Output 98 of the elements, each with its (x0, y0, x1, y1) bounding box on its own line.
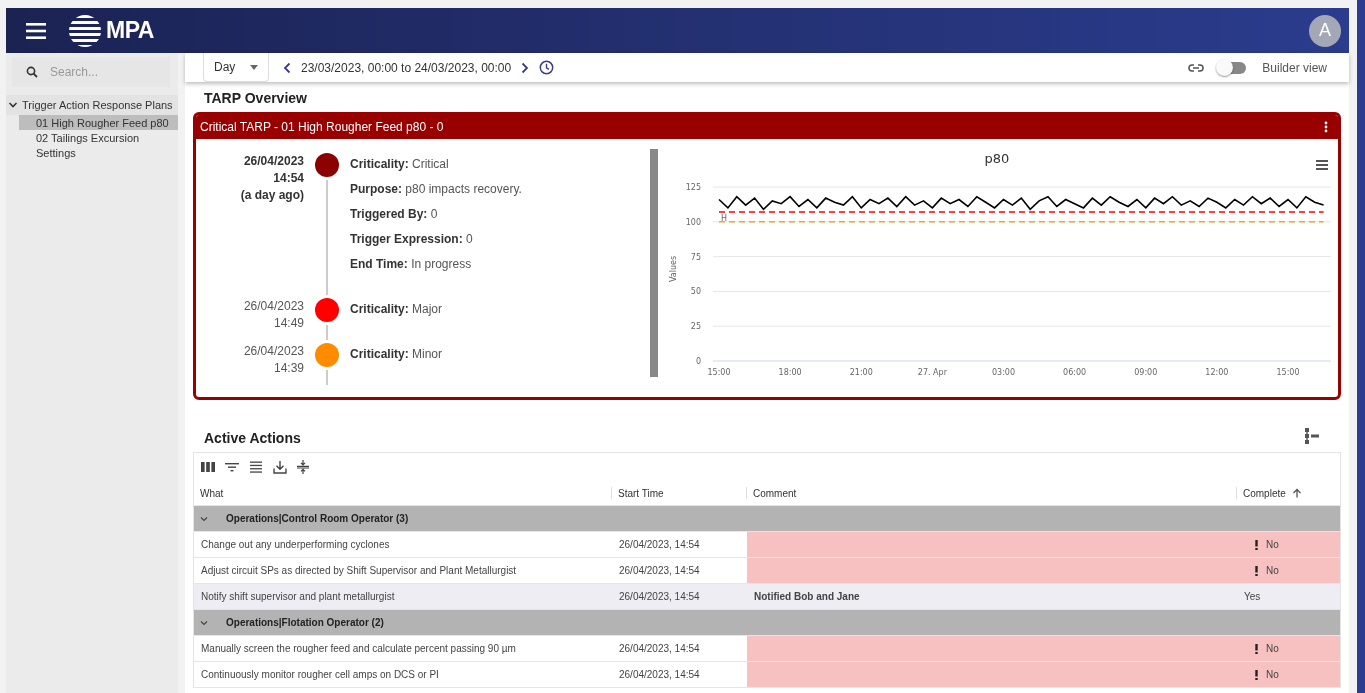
group-row[interactable]: Operations|Control Room Operator (3) (194, 506, 1340, 532)
event-detail: Trigger Expression: 0 (350, 232, 474, 246)
event-date: 26/04/2023 (242, 298, 304, 315)
x-tick-label: 15:00 (1276, 368, 1300, 377)
y-tick-label: 125 (685, 183, 701, 192)
threshold-label: H (721, 214, 727, 224)
event-time: 14:39 (272, 360, 304, 377)
event-date: 26/04/2023 (242, 343, 304, 360)
search-icon (26, 66, 38, 78)
table-cell: No (1237, 532, 1340, 557)
column-header[interactable]: Start Time (611, 487, 746, 499)
exclamation-icon (1255, 565, 1258, 576)
event-detail: Criticality: Critical (350, 157, 450, 171)
y-tick-label: 75 (690, 252, 701, 262)
tree-item[interactable]: Settings (19, 145, 178, 160)
table-cell-text: Manually screen the rougher feed and calculate percent passing 90 µm (200, 642, 517, 656)
previous-icon[interactable] (283, 61, 291, 74)
table-cell-text: Continuously monitor rougher cell amps on DCS or PI (200, 668, 440, 682)
sort-arrow-icon (1291, 488, 1302, 498)
tree-structure-icon[interactable] (1305, 428, 1319, 444)
x-tick-label: 03:00 (991, 368, 1016, 377)
table-row[interactable]: Manually screen the rougher feed and calculate percent passing 90 µm 26/04/2023, 14:54 No (194, 636, 1340, 662)
y-tick-label: 0 (695, 357, 701, 366)
striped-globe-icon (68, 13, 102, 48)
comment-cell-text: Notified Bob and Jane (753, 590, 861, 604)
table-cell: No (1237, 662, 1340, 687)
column-header[interactable]: What (194, 487, 611, 499)
columns-icon[interactable] (201, 461, 215, 473)
column-header[interactable]: Comment (746, 487, 1236, 499)
x-tick-label: 06:00 (1063, 368, 1087, 377)
table-cell: No (1237, 558, 1340, 583)
table-row[interactable]: Change out any underperforming cyclones 26/04/2023, 14:54 No (194, 532, 1340, 558)
table-cell-text: Notify shift supervisor and plant metallurgist (200, 590, 396, 604)
download-icon[interactable] (273, 460, 287, 474)
date-range: 23/03/2023, 00:00 to 24/03/2023, 00:00 (301, 60, 512, 75)
table-row[interactable]: Notify shift supervisor and plant metallurgist 26/04/2023, 14:54 Notified Bob and Jane Yes (194, 584, 1340, 610)
density-icon[interactable] (249, 461, 263, 473)
event-detail: Triggered By: 0 (350, 207, 439, 221)
event-time: 14:54 (272, 170, 304, 187)
event-time: 14:49 (272, 315, 304, 332)
menu-icon[interactable] (26, 22, 46, 39)
caret-icon (250, 64, 258, 70)
event-detail: Criticality: Minor (350, 347, 443, 361)
event-detail: End Time: In progress (350, 257, 473, 271)
chevron-icon (200, 515, 208, 522)
chevron-icon (200, 619, 208, 626)
tree-item[interactable]: 01 High Rougher Feed p80 (19, 115, 178, 130)
card-title: Critical TARP - 01 High Rougher Feed p80 - 0 (200, 120, 444, 134)
table-cell-text: Adjust circuit SPs as directed by Shift Supervisor and Plant Metallurgist (200, 564, 518, 578)
tree-item[interactable]: 02 Tailings Excursion (19, 130, 178, 145)
table-cell-text: 26/04/2023, 14:54 (618, 564, 701, 578)
column-header[interactable]: Complete (1236, 487, 1340, 499)
chart-title: p80 (984, 151, 1010, 166)
exclamation-icon (1255, 669, 1258, 680)
group-label: Operations|Control Room Operator (3) (226, 513, 409, 524)
section-title: Active Actions (204, 430, 301, 446)
group-label: Operations|Flotation Operator (2) (226, 617, 384, 628)
clock-icon[interactable] (539, 60, 555, 75)
y-tick-label: 50 (690, 287, 701, 297)
y-tick-label: 100 (685, 217, 701, 227)
event-detail: Criticality: Major (350, 302, 443, 316)
search-field[interactable]: Search... (12, 57, 170, 87)
table-cell-text: 26/04/2023, 14:54 (618, 642, 701, 656)
exclamation-icon (1255, 539, 1258, 550)
group-row[interactable]: Operations|Flotation Operator (2) (194, 610, 1340, 636)
event-detail: Purpose: p80 impacts recovery. (350, 182, 522, 196)
table-row[interactable]: Continuously monitor rougher cell amps on DCS or PI 26/04/2023, 14:54 No (194, 662, 1340, 688)
collapse-icon[interactable] (297, 460, 309, 474)
link-icon[interactable] (1188, 62, 1205, 73)
x-tick-label: 18:00 (778, 368, 802, 377)
x-tick-label: 15:00 (707, 368, 731, 377)
table-cell-text: 26/04/2023, 14:54 (618, 668, 701, 682)
x-tick-label: 12:00 (1205, 368, 1229, 377)
x-tick-label: 27. Apr (917, 368, 947, 377)
filter-icon[interactable] (225, 461, 239, 473)
x-tick-label: 21:00 (849, 368, 873, 377)
table-cell: No (1237, 636, 1340, 661)
table-cell-text: 26/04/2023, 14:54 (618, 590, 701, 604)
x-tick-label: 09:00 (1134, 368, 1158, 377)
more-icon[interactable] (1324, 121, 1328, 133)
next-icon[interactable] (521, 61, 530, 74)
event-date: 26/04/2023 (242, 153, 304, 170)
table-cell-text: 26/04/2023, 14:54 (618, 538, 701, 552)
y-axis-label: Values (669, 255, 678, 283)
brand-logo-text: MPA (106, 17, 154, 44)
period-dropdown[interactable]: Day (203, 53, 269, 82)
y-tick-label: 25 (690, 322, 701, 332)
toggle-label: Builder view (1262, 60, 1327, 75)
tree-item[interactable]: Trigger Action Response Plans (6, 95, 178, 115)
exclamation-icon (1255, 643, 1258, 654)
event-age: (a day ago) (239, 187, 304, 204)
chevron-icon (8, 100, 18, 110)
table-cell-text: Yes (1243, 590, 1262, 604)
chart-menu-icon[interactable] (1316, 160, 1328, 170)
section-title: TARP Overview (204, 90, 308, 106)
table-cell-text: Change out any underperforming cyclones (200, 538, 391, 552)
scrollbar[interactable] (650, 149, 658, 377)
table-row[interactable]: Adjust circuit SPs as directed by Shift Supervisor and Plant Metallurgist 26/04/2023, 14:54 No (194, 558, 1340, 584)
